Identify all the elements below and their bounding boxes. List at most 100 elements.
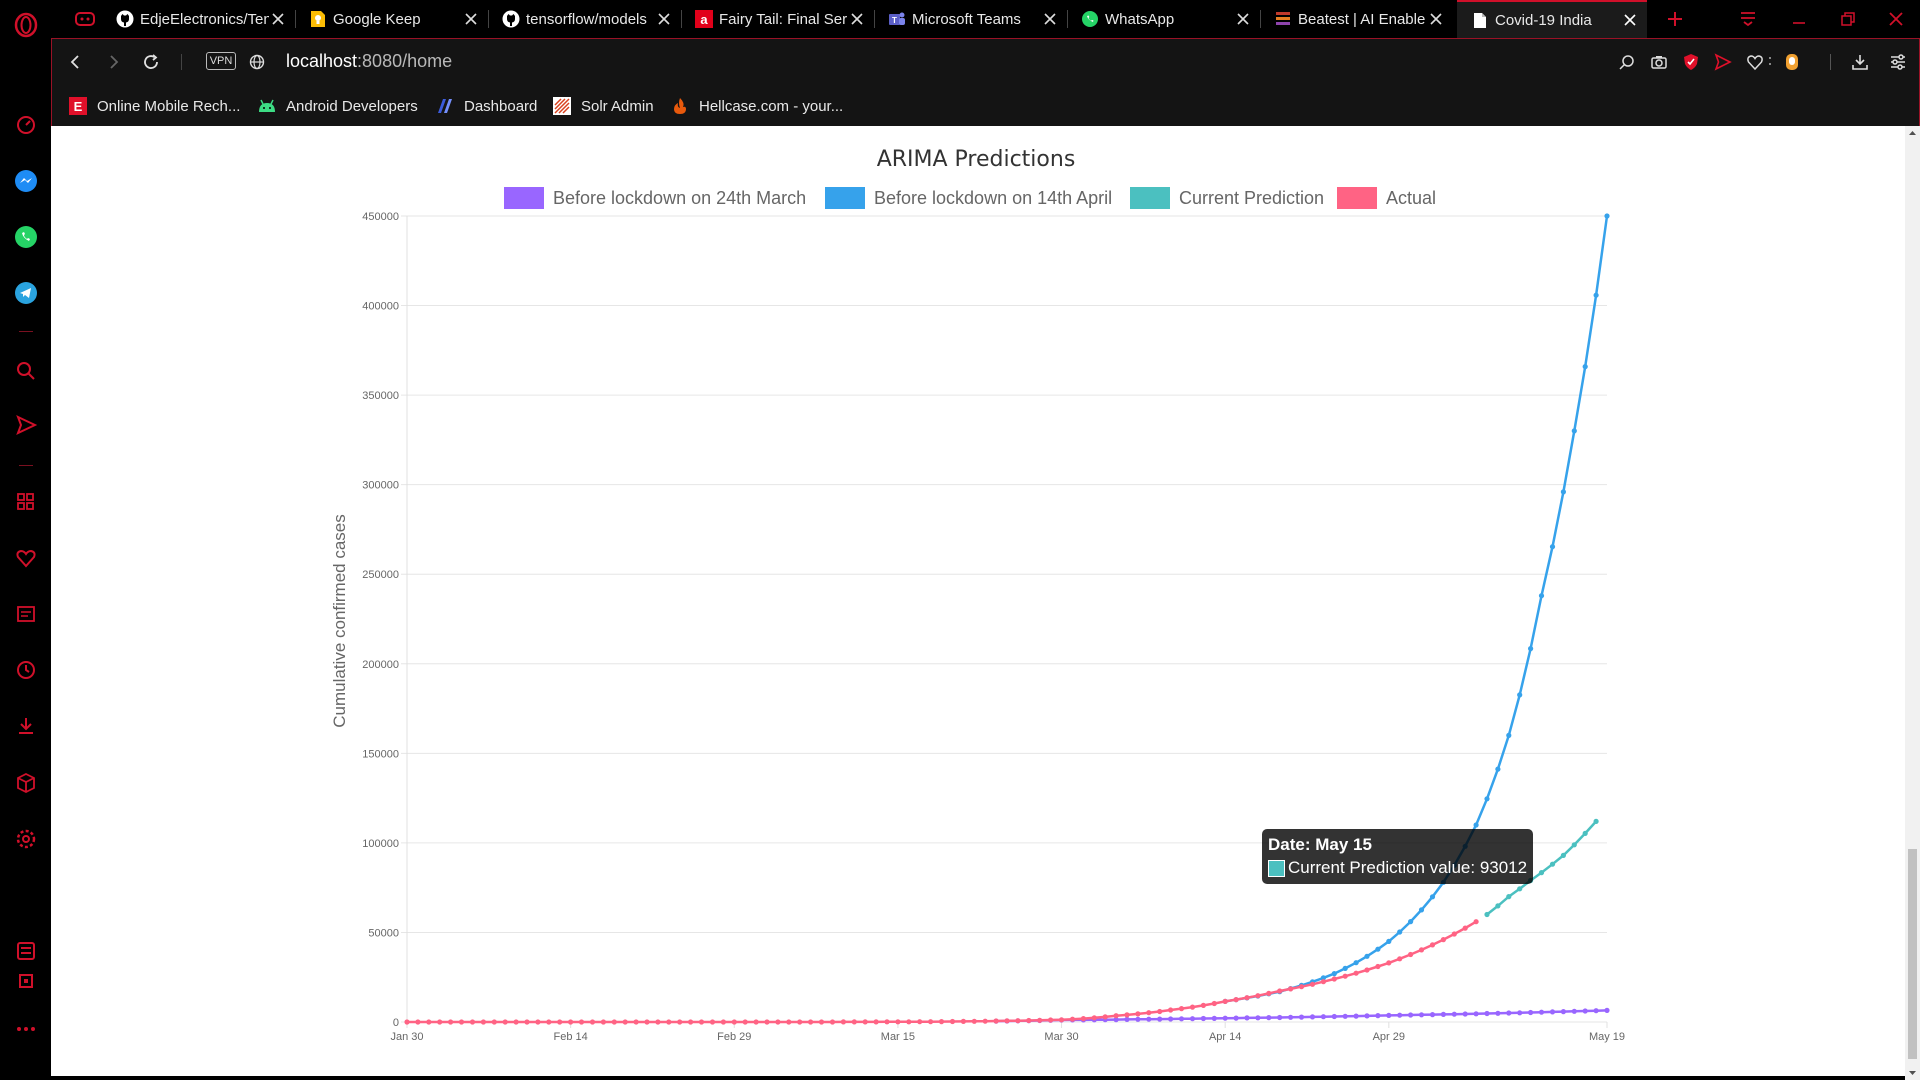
- new-tab-button[interactable]: [1656, 0, 1696, 38]
- data-point[interactable]: [1080, 1016, 1086, 1022]
- data-point[interactable]: [448, 1019, 454, 1025]
- close-icon[interactable]: [655, 10, 673, 28]
- data-point[interactable]: [829, 1019, 836, 1025]
- data-point[interactable]: [480, 1019, 486, 1025]
- data-point[interactable]: [1440, 937, 1446, 943]
- data-point[interactable]: [1364, 967, 1370, 973]
- data-point[interactable]: [1168, 1016, 1174, 1022]
- legend-swatch[interactable]: [825, 187, 865, 209]
- tab-tensorflow-models[interactable]: tensorflow/models: [488, 0, 681, 38]
- data-point[interactable]: [1429, 894, 1436, 900]
- data-point[interactable]: [1517, 886, 1523, 892]
- data-point[interactable]: [491, 1019, 497, 1025]
- close-icon[interactable]: [462, 10, 480, 28]
- data-point[interactable]: [655, 1019, 661, 1025]
- data-point[interactable]: [917, 1019, 923, 1025]
- data-point[interactable]: [906, 1019, 912, 1025]
- restore-button[interactable]: [1829, 0, 1869, 38]
- data-point[interactable]: [1528, 646, 1534, 652]
- data-point[interactable]: [1331, 971, 1337, 977]
- close-icon[interactable]: [1621, 11, 1639, 29]
- news-icon[interactable]: [0, 594, 51, 634]
- data-point[interactable]: [1473, 822, 1479, 828]
- page-scrollbar[interactable]: [1905, 126, 1920, 1080]
- workspaces-grid-icon[interactable]: [0, 481, 51, 521]
- data-point[interactable]: [1244, 995, 1250, 1001]
- data-point[interactable]: [1549, 1009, 1556, 1015]
- data-point[interactable]: [1397, 929, 1403, 935]
- data-point[interactable]: [1473, 1011, 1479, 1017]
- data-point[interactable]: [1320, 979, 1326, 985]
- tab-covid-19-india[interactable]: Covid-19 India: [1457, 0, 1647, 38]
- extension-icon[interactable]: [1780, 50, 1804, 74]
- speed-dial-icon[interactable]: [0, 105, 51, 145]
- data-point[interactable]: [1517, 692, 1523, 698]
- history-clock-icon[interactable]: [0, 650, 51, 690]
- data-point[interactable]: [1604, 213, 1610, 219]
- data-point[interactable]: [1364, 1013, 1370, 1019]
- data-point[interactable]: [469, 1019, 476, 1025]
- data-point[interactable]: [1113, 1013, 1119, 1019]
- extensions-cube-icon[interactable]: [0, 763, 51, 803]
- data-point[interactable]: [797, 1019, 803, 1025]
- data-point[interactable]: [698, 1019, 705, 1025]
- data-point[interactable]: [1582, 364, 1588, 370]
- downloads-icon[interactable]: [0, 706, 51, 746]
- data-point[interactable]: [938, 1019, 945, 1025]
- tab-google-keep[interactable]: Google Keep: [295, 0, 488, 38]
- data-point[interactable]: [1288, 986, 1294, 992]
- data-point[interactable]: [535, 1019, 541, 1025]
- url-field[interactable]: localhost:8080/home: [286, 51, 452, 72]
- data-point[interactable]: [1408, 1012, 1414, 1018]
- data-point[interactable]: [688, 1019, 694, 1025]
- heart-bookmarks-icon[interactable]: [0, 538, 51, 578]
- vpn-badge[interactable]: VPN: [206, 52, 236, 70]
- data-point[interactable]: [1451, 1011, 1457, 1017]
- data-point[interactable]: [557, 1019, 563, 1025]
- data-point[interactable]: [1364, 953, 1370, 959]
- cpu-icon[interactable]: [0, 961, 51, 1001]
- data-point[interactable]: [1309, 981, 1316, 987]
- data-point[interactable]: [1353, 960, 1359, 966]
- data-point[interactable]: [666, 1019, 672, 1025]
- data-point[interactable]: [928, 1019, 934, 1025]
- data-point[interactable]: [1560, 489, 1566, 495]
- data-point[interactable]: [709, 1019, 716, 1025]
- data-point[interactable]: [1233, 997, 1239, 1003]
- data-point[interactable]: [1255, 1015, 1261, 1021]
- messenger-icon[interactable]: [0, 161, 51, 201]
- data-point[interactable]: [1517, 1010, 1523, 1016]
- data-point[interactable]: [1124, 1012, 1130, 1018]
- data-point[interactable]: [1375, 946, 1381, 952]
- data-point[interactable]: [1200, 1002, 1206, 1009]
- data-point[interactable]: [1277, 988, 1283, 994]
- data-point[interactable]: [1255, 993, 1261, 999]
- data-point[interactable]: [1571, 428, 1577, 434]
- legend-label[interactable]: Actual: [1386, 188, 1436, 208]
- search-page-icon[interactable]: [1615, 50, 1639, 74]
- data-point[interactable]: [1288, 1014, 1294, 1020]
- data-point[interactable]: [1168, 1007, 1174, 1013]
- data-point[interactable]: [1386, 938, 1392, 945]
- data-point[interactable]: [600, 1019, 607, 1025]
- data-point[interactable]: [426, 1019, 432, 1025]
- whatsapp-sidebar-icon[interactable]: [0, 217, 51, 257]
- flow-send-icon[interactable]: [0, 405, 51, 445]
- data-point[interactable]: [524, 1019, 530, 1025]
- data-point[interactable]: [458, 1019, 465, 1025]
- data-point[interactable]: [1037, 1017, 1043, 1023]
- data-point[interactable]: [808, 1019, 814, 1025]
- data-point[interactable]: [1244, 1015, 1250, 1021]
- data-point[interactable]: [1102, 1014, 1108, 1020]
- bookmark-hellcase[interactable]: Hellcase.com - your...: [670, 95, 843, 117]
- data-point[interactable]: [1538, 593, 1545, 599]
- data-point[interactable]: [873, 1019, 879, 1025]
- scroll-thumb[interactable]: [1908, 849, 1917, 1059]
- data-point[interactable]: [1189, 1016, 1196, 1022]
- bookmark-android-developers[interactable]: Android Developers: [257, 95, 418, 117]
- data-point[interactable]: [404, 1019, 410, 1025]
- bookmark-dashboard[interactable]: Dashboard: [435, 95, 537, 117]
- data-point[interactable]: [960, 1018, 967, 1024]
- data-point[interactable]: [1146, 1016, 1152, 1022]
- data-point[interactable]: [720, 1019, 727, 1025]
